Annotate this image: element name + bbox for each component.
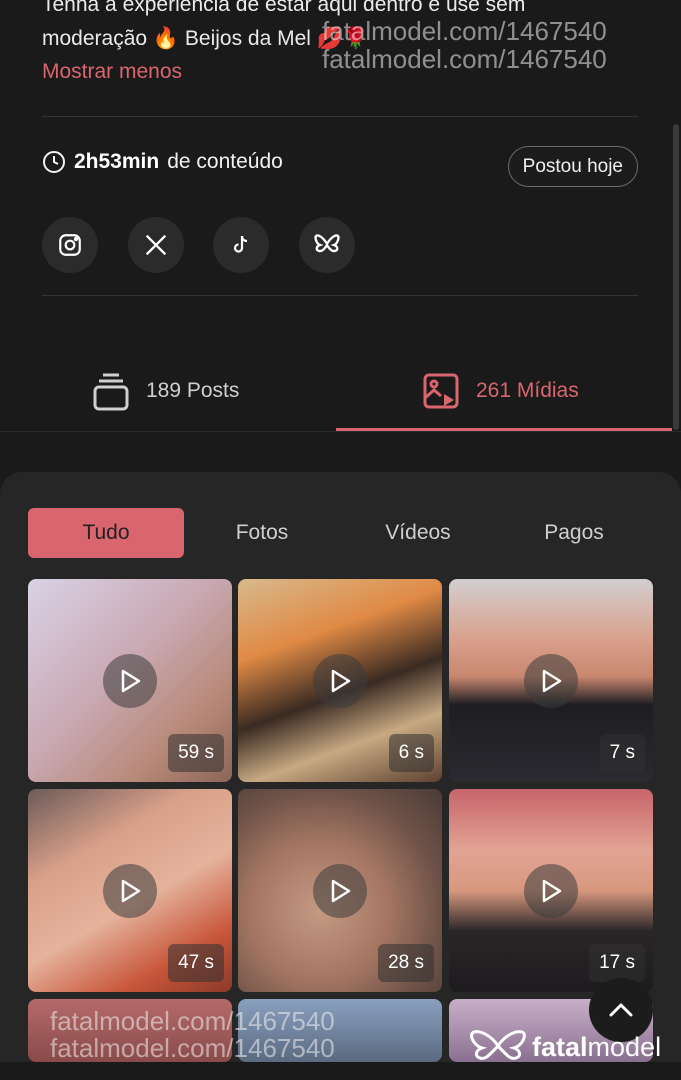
video-duration: 17 s xyxy=(589,944,645,982)
posted-today-badge: Postou hoje xyxy=(507,146,638,187)
media-thumbnail[interactable]: 28 s xyxy=(238,789,442,992)
tiktok-button[interactable] xyxy=(213,217,269,273)
instagram-icon xyxy=(59,234,81,256)
x-icon xyxy=(145,234,167,256)
butterfly-logo-icon xyxy=(470,1030,526,1060)
x-button[interactable] xyxy=(128,217,184,273)
brand-prefix: fatal xyxy=(532,1031,588,1062)
show-less-link[interactable]: Mostrar menos xyxy=(42,60,182,84)
play-icon xyxy=(103,653,157,708)
filter-videos[interactable]: Vídeos xyxy=(340,508,496,558)
profile-tabs: 189 Posts 261 Mídias xyxy=(0,350,681,432)
divider xyxy=(42,295,638,296)
play-icon xyxy=(524,653,578,708)
tab-posts-label: 189 Posts xyxy=(146,379,240,402)
video-duration: 59 s xyxy=(168,734,224,772)
play-icon xyxy=(313,863,367,918)
bottom-edge xyxy=(0,1062,681,1080)
bluesky-icon xyxy=(314,234,340,253)
chevron-up-icon xyxy=(609,1003,633,1017)
play-icon xyxy=(103,863,157,918)
tiktok-icon xyxy=(233,235,248,253)
tab-media-label: 261 Mídias xyxy=(476,379,579,402)
divider xyxy=(42,116,638,117)
stack-icon xyxy=(93,373,129,411)
media-icon xyxy=(423,373,459,409)
tab-media[interactable]: 261 Mídias xyxy=(422,350,579,432)
instagram-button[interactable] xyxy=(42,217,98,273)
video-duration: 6 s xyxy=(388,734,434,772)
media-thumbnail[interactable]: 17 s xyxy=(449,789,653,992)
video-duration: 7 s xyxy=(599,734,645,772)
video-duration: 47 s xyxy=(168,944,224,982)
watermark: fatalmodel.com/1467540 xyxy=(50,1033,335,1063)
play-icon xyxy=(524,863,578,918)
media-thumbnail[interactable]: 7 s xyxy=(449,579,653,782)
watermark: fatalmodel.com/1467540 xyxy=(322,16,607,46)
active-tab-indicator xyxy=(336,428,672,431)
filter-paid[interactable]: Pagos xyxy=(496,508,652,558)
play-icon xyxy=(313,653,367,708)
filter-all[interactable]: Tudo xyxy=(28,508,184,558)
video-duration: 28 s xyxy=(378,944,434,982)
tab-posts[interactable]: 189 Posts xyxy=(92,350,239,432)
brand-suffix: model xyxy=(587,1031,662,1062)
filter-photos[interactable]: Fotos xyxy=(184,508,340,558)
content-duration-label: de conteúdo xyxy=(167,150,283,173)
tabs-divider xyxy=(0,431,681,432)
media-thumbnail[interactable]: 47 s xyxy=(28,789,232,992)
clock-icon xyxy=(43,151,65,173)
media-thumbnail[interactable]: 6 s xyxy=(238,579,442,782)
content-duration-value: 2h53min xyxy=(74,150,160,173)
bluesky-button[interactable] xyxy=(299,217,355,273)
fatalmodel-logo: fatalmodel xyxy=(470,1028,661,1066)
watermark: fatalmodel.com/1467540 xyxy=(322,44,607,74)
content-duration: 2h53min de conteúdo xyxy=(42,150,283,174)
media-thumbnail[interactable]: 59 s xyxy=(28,579,232,782)
